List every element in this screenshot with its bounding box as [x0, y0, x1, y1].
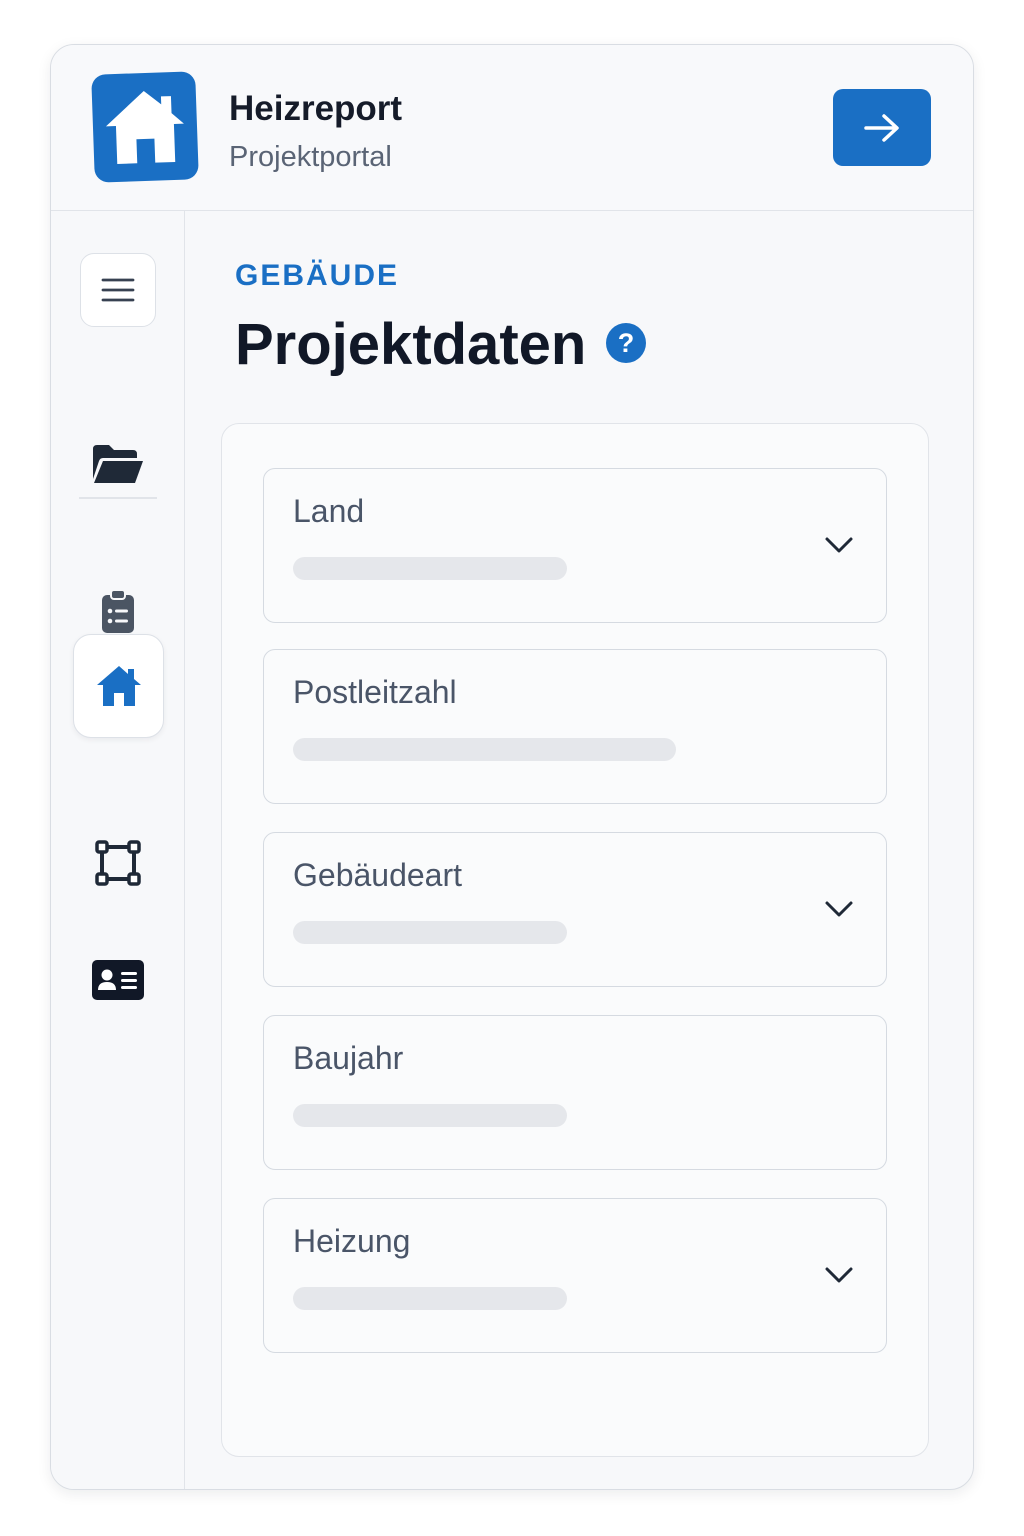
sidebar-item-floorplan[interactable]: [80, 828, 156, 898]
value-placeholder: [293, 738, 676, 761]
app-window: Heizreport Projektportal GEBÄUDE Projekt…: [50, 44, 974, 1490]
value-placeholder: [293, 921, 567, 944]
chevron-down-icon: [825, 1267, 853, 1283]
continue-button[interactable]: [833, 89, 931, 166]
help-icon[interactable]: ?: [606, 323, 646, 363]
top-bar: Heizreport Projektportal: [51, 45, 973, 211]
main-content: GEBÄUDE Projektdaten ? Land Postleitzahl…: [185, 211, 973, 1489]
folder-open-icon: [93, 445, 143, 483]
field-label: Heizung: [293, 1223, 411, 1259]
baujahr-field[interactable]: Baujahr: [263, 1015, 887, 1170]
menu-icon: [101, 278, 135, 302]
field-label: Gebäudeart: [293, 857, 463, 893]
page-title: Projektdaten: [235, 312, 587, 377]
value-placeholder: [293, 1287, 567, 1310]
field-label: Baujahr: [293, 1040, 404, 1076]
arrow-right-icon: [864, 113, 899, 142]
chevron-down-icon: [825, 901, 853, 917]
house-icon: [91, 71, 199, 183]
heizung-dropdown[interactable]: Heizung: [263, 1198, 887, 1353]
value-placeholder: [293, 557, 567, 580]
gebaeudeart-dropdown[interactable]: Gebäudeart: [263, 832, 887, 987]
chevron-down-icon: [825, 537, 853, 553]
sidebar-divider: [79, 497, 157, 499]
section-label: GEBÄUDE: [235, 259, 400, 292]
sidebar-item-contacts[interactable]: [80, 945, 156, 1015]
land-dropdown[interactable]: Land: [263, 468, 887, 623]
house-icon: [96, 666, 141, 706]
id-card-icon: [92, 960, 144, 1000]
floor-plan-icon: [95, 840, 141, 886]
sidebar-menu-button[interactable]: [80, 253, 156, 327]
app-title: Heizreport: [229, 89, 403, 128]
value-placeholder: [293, 1104, 567, 1127]
postleitzahl-field[interactable]: Postleitzahl: [263, 649, 887, 804]
field-label: Postleitzahl: [293, 674, 457, 710]
clipboard-list-icon: [102, 589, 134, 633]
form-card: Land Postleitzahl Gebäudeart Baujahr Hei…: [221, 423, 929, 1457]
sidebar: [51, 211, 185, 1489]
sidebar-item-building[interactable]: [73, 634, 164, 738]
field-label: Land: [293, 493, 365, 529]
app-subtitle: Projektportal: [229, 141, 392, 173]
sidebar-item-projects[interactable]: [80, 429, 156, 499]
